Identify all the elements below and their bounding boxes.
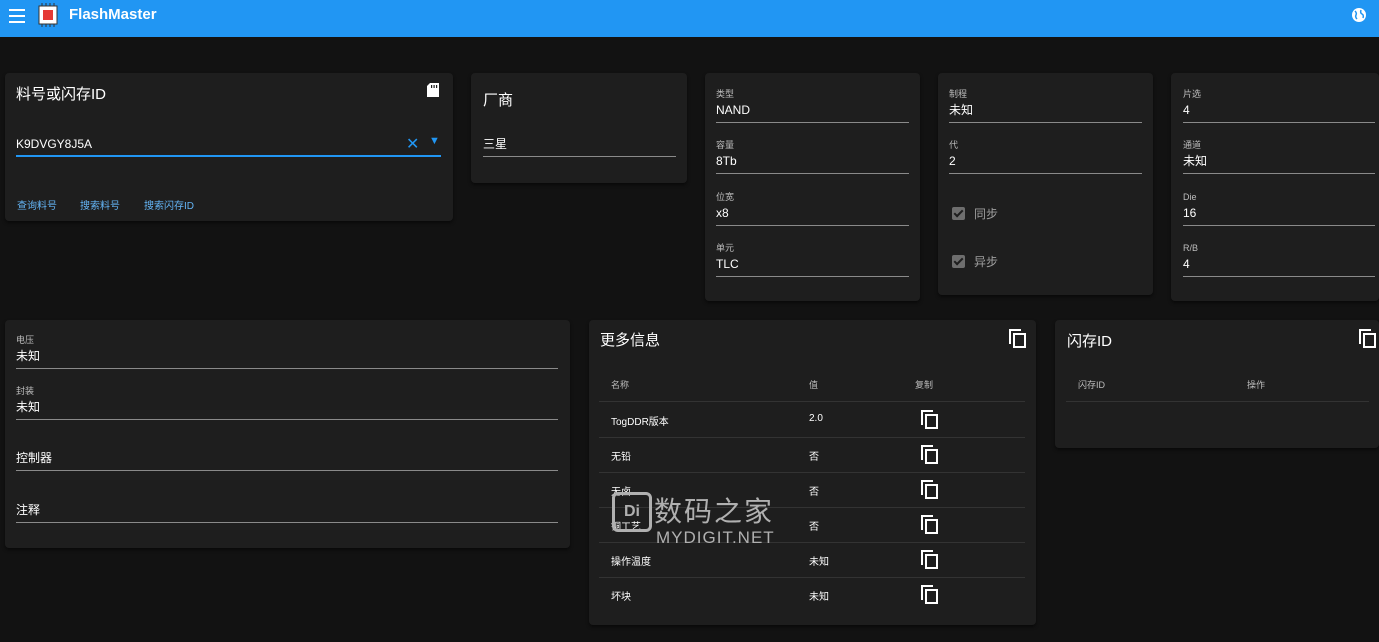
app-bar: FlashMaster bbox=[0, 0, 1379, 37]
copy-icon[interactable] bbox=[921, 585, 938, 604]
part-search-card: 料号或闪存ID K9DVGY8J5A ✕ ▼ 查询料号 搜索料号 搜索闪存ID bbox=[5, 73, 453, 221]
input-underline bbox=[16, 155, 441, 157]
spec-card-type: 类型 NAND 容量 8Tb 位宽 x8 单元 TLC bbox=[705, 73, 920, 301]
copy-icon[interactable] bbox=[1359, 329, 1376, 348]
flash-id-card: 闪存ID 闪存ID 操作 bbox=[1055, 320, 1379, 448]
cell-type-field[interactable]: 单元 TLC bbox=[716, 242, 909, 277]
async-checkbox[interactable]: 异步 bbox=[952, 253, 998, 270]
query-part-button[interactable]: 查询料号 bbox=[17, 197, 57, 212]
column-header-value: 值 bbox=[809, 380, 819, 390]
channel-field[interactable]: 通道 未知 bbox=[1183, 139, 1375, 174]
generation-field[interactable]: 代 2 bbox=[949, 139, 1142, 174]
column-header-action: 操作 bbox=[1247, 380, 1266, 390]
watermark-text-cn: 数码之家 bbox=[654, 496, 775, 527]
menu-icon[interactable] bbox=[9, 9, 25, 23]
column-header-flash-id: 闪存ID bbox=[1078, 380, 1106, 390]
rb-field[interactable]: R/B 4 bbox=[1183, 242, 1375, 277]
part-number-input[interactable]: K9DVGY8J5A bbox=[16, 137, 92, 151]
part-number-combobox[interactable]: K9DVGY8J5A ✕ ▼ bbox=[16, 133, 441, 157]
card-title: 更多信息 bbox=[600, 332, 661, 349]
misc-info-card: 电压 未知 封装 未知 控制器 注释 bbox=[5, 320, 570, 548]
copy-icon[interactable] bbox=[921, 445, 938, 464]
notes-field[interactable]: 注释 bbox=[16, 488, 558, 523]
type-field[interactable]: 类型 NAND bbox=[716, 88, 909, 123]
watermark-text-en: MYDIGIT.NET bbox=[656, 528, 775, 547]
caret-down-icon[interactable]: ▼ bbox=[429, 135, 440, 147]
search-part-button[interactable]: 搜索料号 bbox=[80, 197, 120, 212]
voltage-field[interactable]: 电压 未知 bbox=[16, 334, 558, 369]
copy-icon[interactable] bbox=[921, 550, 938, 569]
close-icon[interactable]: ✕ bbox=[406, 134, 419, 154]
copy-icon[interactable] bbox=[921, 480, 938, 499]
controller-field[interactable]: 控制器 bbox=[16, 436, 558, 471]
watermark-logo: Di bbox=[612, 492, 652, 532]
copy-icon[interactable] bbox=[1009, 329, 1026, 348]
checkbox-checked-icon bbox=[952, 255, 965, 268]
card-title: 闪存ID bbox=[1067, 333, 1113, 350]
table-header: 名称 值 复制 bbox=[599, 366, 1025, 402]
table-row: 坏块 未知 bbox=[599, 577, 1025, 612]
table-row: 无铅 否 bbox=[599, 437, 1025, 473]
package-field[interactable]: 封装 未知 bbox=[16, 385, 558, 420]
card-title: 料号或闪存ID bbox=[16, 86, 107, 103]
table-header: 闪存ID 操作 bbox=[1066, 367, 1369, 402]
column-header-copy: 复制 bbox=[915, 380, 934, 390]
table-row: TogDDR版本 2.0 bbox=[599, 402, 1025, 438]
sd-card-icon[interactable] bbox=[427, 83, 439, 97]
bus-width-field[interactable]: 位宽 x8 bbox=[716, 191, 909, 226]
globe-icon[interactable] bbox=[1351, 7, 1367, 23]
spec-card-chip-select: 片选 4 通道 未知 Die 16 R/B 4 bbox=[1171, 73, 1379, 301]
chip-logo-icon bbox=[38, 3, 58, 27]
chip-select-field[interactable]: 片选 4 bbox=[1183, 88, 1375, 123]
copy-icon[interactable] bbox=[921, 515, 938, 534]
app-title: FlashMaster bbox=[69, 6, 157, 23]
capacity-field[interactable]: 容量 8Tb bbox=[716, 139, 909, 174]
card-title: 厂商 bbox=[483, 92, 514, 109]
column-header-name: 名称 bbox=[611, 380, 630, 390]
process-field[interactable]: 制程 未知 bbox=[949, 88, 1142, 123]
checkbox-checked-icon bbox=[952, 207, 965, 220]
die-field[interactable]: Die 16 bbox=[1183, 191, 1375, 226]
sync-checkbox[interactable]: 同步 bbox=[952, 205, 998, 222]
copy-icon[interactable] bbox=[921, 410, 938, 429]
vendor-field[interactable]: 三星 bbox=[483, 136, 676, 157]
spec-card-process: 制程 未知 代 2 同步 异步 bbox=[938, 73, 1153, 295]
more-info-card: 更多信息 名称 值 复制 TogDDR版本 2.0 无铅 否 无卤 否 铜工艺 … bbox=[589, 320, 1036, 625]
vendor-card: 厂商 三星 bbox=[471, 73, 687, 183]
search-flash-id-button[interactable]: 搜索闪存ID bbox=[144, 197, 194, 212]
vendor-value: 三星 bbox=[483, 137, 508, 151]
